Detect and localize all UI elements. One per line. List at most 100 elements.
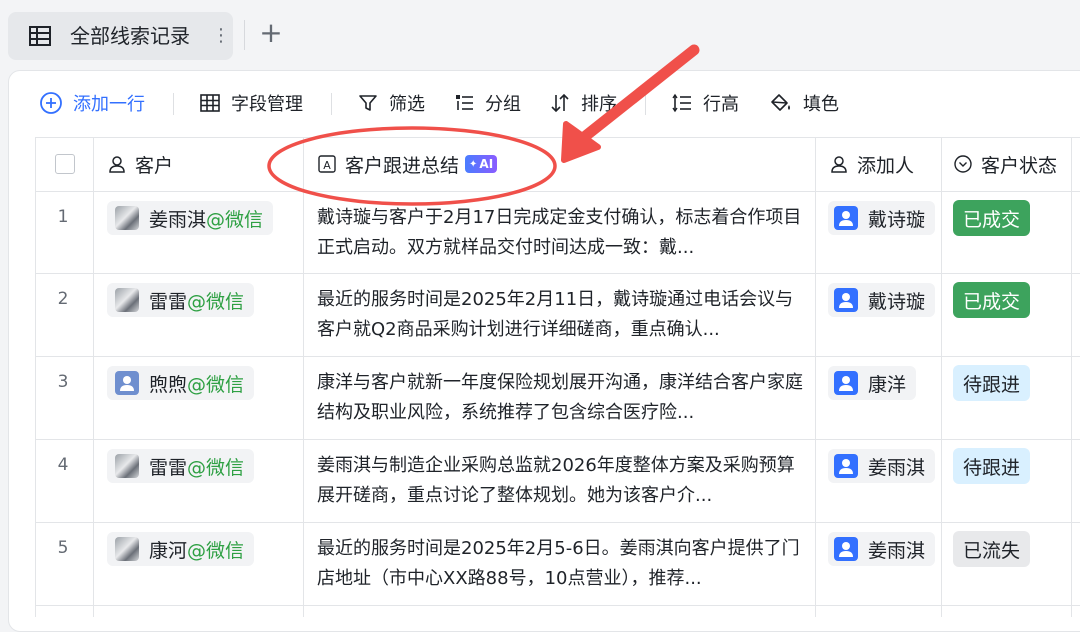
sort-icon (551, 93, 569, 113)
status-badge[interactable]: 已成交 (953, 282, 1031, 318)
added-by-name: 姜雨淇 (868, 539, 926, 562)
tab-divider (244, 20, 245, 50)
added-by-name: 姜雨淇 (868, 456, 926, 479)
column-header-summary[interactable]: A 客户跟进总结 ✦ AI (317, 137, 498, 191)
add-view-button[interactable]: + (258, 18, 284, 48)
customer-channel: @微信 (187, 539, 245, 562)
toolbar-divider (173, 93, 174, 115)
group-icon (456, 95, 473, 110)
column-header-added-by[interactable]: 添加人 (829, 137, 914, 191)
filter-button[interactable]: 筛选 (357, 89, 425, 117)
view-tab-label: 全部线索记录 (70, 24, 190, 48)
customer-channel: @微信 (206, 208, 264, 231)
row-number: 4 (57, 455, 69, 475)
added-by-chip[interactable]: 姜雨淇 (828, 449, 936, 483)
grid-line (1071, 137, 1072, 617)
toolbar-divider (645, 93, 646, 115)
group-button[interactable]: 分组 (453, 89, 521, 117)
person-icon (109, 156, 125, 173)
view-tab-all-leads[interactable]: 全部线索记录 ⋮ (8, 12, 233, 60)
status-badge[interactable]: 待跟进 (953, 448, 1031, 484)
user-icon (834, 206, 858, 230)
customer-name: 雷雷 (149, 290, 188, 313)
sort-button[interactable]: 排序 (549, 89, 617, 117)
column-header-label: 客户状态 (981, 154, 1058, 177)
customer-name: 康河 (149, 539, 188, 562)
user-icon (834, 454, 858, 478)
customer-chip[interactable]: 煦煦 @微信 (107, 366, 255, 400)
column-header-customer[interactable]: 客户 (107, 137, 173, 191)
column-header-label: 客户 (135, 154, 174, 177)
default-avatar-icon (115, 371, 139, 395)
avatar (115, 288, 139, 312)
customer-chip[interactable]: 雷雷 @微信 (107, 283, 255, 317)
customer-channel: @微信 (187, 290, 245, 313)
column-header-label: 添加人 (857, 154, 915, 177)
text-field-icon: A (318, 155, 336, 173)
add-row-button[interactable]: 添加一行 (39, 89, 145, 117)
paint-bucket-icon (771, 94, 790, 111)
customer-name: 煦煦 (149, 373, 188, 396)
select-all-checkbox[interactable] (55, 154, 75, 174)
group-label: 分组 (485, 94, 521, 115)
grid-line (35, 356, 1080, 357)
status-badge[interactable]: 已流失 (953, 531, 1031, 567)
fill-color-label: 填色 (803, 94, 839, 115)
added-by-name: 康洋 (868, 373, 907, 396)
added-by-chip[interactable]: 姜雨淇 (828, 532, 936, 566)
grid-line (303, 137, 304, 617)
column-header-status[interactable]: 客户状态 (953, 137, 1057, 191)
row-height-label: 行高 (703, 94, 739, 115)
followup-summary[interactable]: 戴诗璇与客户于2月17日完成定金支付确认，标志着合作项目正式启动。双方就样品交付… (317, 203, 809, 263)
row-number: 1 (57, 207, 69, 227)
grid-line (35, 137, 1080, 138)
row-height-icon (672, 93, 691, 113)
avatar (115, 454, 139, 478)
customer-chip[interactable]: 康河 @微信 (107, 532, 255, 566)
view-tab-bar: 全部线索记录 ⋮ + (0, 0, 1080, 70)
sort-label: 排序 (581, 94, 617, 115)
customer-chip[interactable]: 雷雷 @微信 (107, 449, 255, 483)
toolbar-divider (331, 93, 332, 115)
row-height-button[interactable]: 行高 (671, 89, 739, 117)
status-badge[interactable]: 已成交 (953, 200, 1031, 236)
added-by-name: 戴诗璇 (868, 290, 926, 313)
avatar (115, 206, 139, 230)
grid-line (35, 273, 1080, 274)
grid-line (93, 137, 94, 617)
grid-line (35, 439, 1080, 440)
svg-text:A: A (323, 159, 331, 172)
customer-channel: @微信 (187, 373, 245, 396)
filter-label: 筛选 (389, 94, 425, 115)
toolbar: 添加一行 字段管理 筛选 分组 排序 行高 填色 (9, 71, 1080, 137)
added-by-chip[interactable]: 康洋 (828, 366, 917, 400)
status-badge[interactable]: 待跟进 (953, 365, 1031, 401)
user-icon (834, 537, 858, 561)
row-number: 5 (57, 538, 69, 558)
customer-name: 雷雷 (149, 456, 188, 479)
row-number: 3 (57, 372, 69, 392)
followup-summary[interactable]: 康洋与客户就新一年度保险规划展开沟通，康洋结合客户家庭结构及职业风险，系统推荐了… (317, 368, 809, 428)
grid-view-icon (29, 26, 51, 46)
user-icon (834, 371, 858, 395)
more-options-icon[interactable]: ⋮ (212, 22, 230, 50)
followup-summary[interactable]: 最近的服务时间是2025年2月11日，戴诗璇通过电话会议与客户就Q2商品采购计划… (317, 285, 809, 345)
followup-summary[interactable]: 姜雨淇与制造企业采购总监就2026年度整体方案及采购预算展开磋商，重点讨论了整体… (317, 451, 809, 511)
added-by-chip[interactable]: 戴诗璇 (828, 283, 936, 317)
added-by-name: 戴诗璇 (868, 208, 926, 231)
field-management-label: 字段管理 (231, 94, 303, 115)
add-row-label: 添加一行 (73, 94, 145, 115)
plus-circle-icon (40, 92, 62, 114)
table-panel: 添加一行 字段管理 筛选 分组 排序 行高 填色 客户 A 客户跟进总结 ✦ A… (8, 70, 1080, 632)
customer-chip[interactable]: 姜雨淇 @微信 (107, 201, 274, 235)
grid-line (35, 191, 1080, 192)
fill-color-button[interactable]: 填色 (769, 89, 839, 117)
person-icon (831, 156, 847, 173)
row-number: 2 (57, 289, 69, 309)
grid-line (35, 605, 1080, 606)
followup-summary[interactable]: 最近的服务时间是2025年2月5-6日。姜雨淇向客户提供了门店地址（市中心XX路… (317, 534, 809, 594)
added-by-chip[interactable]: 戴诗璇 (828, 201, 936, 235)
avatar (115, 537, 139, 561)
ai-badge-label: AI (479, 157, 494, 171)
field-management-button[interactable]: 字段管理 (199, 89, 303, 117)
